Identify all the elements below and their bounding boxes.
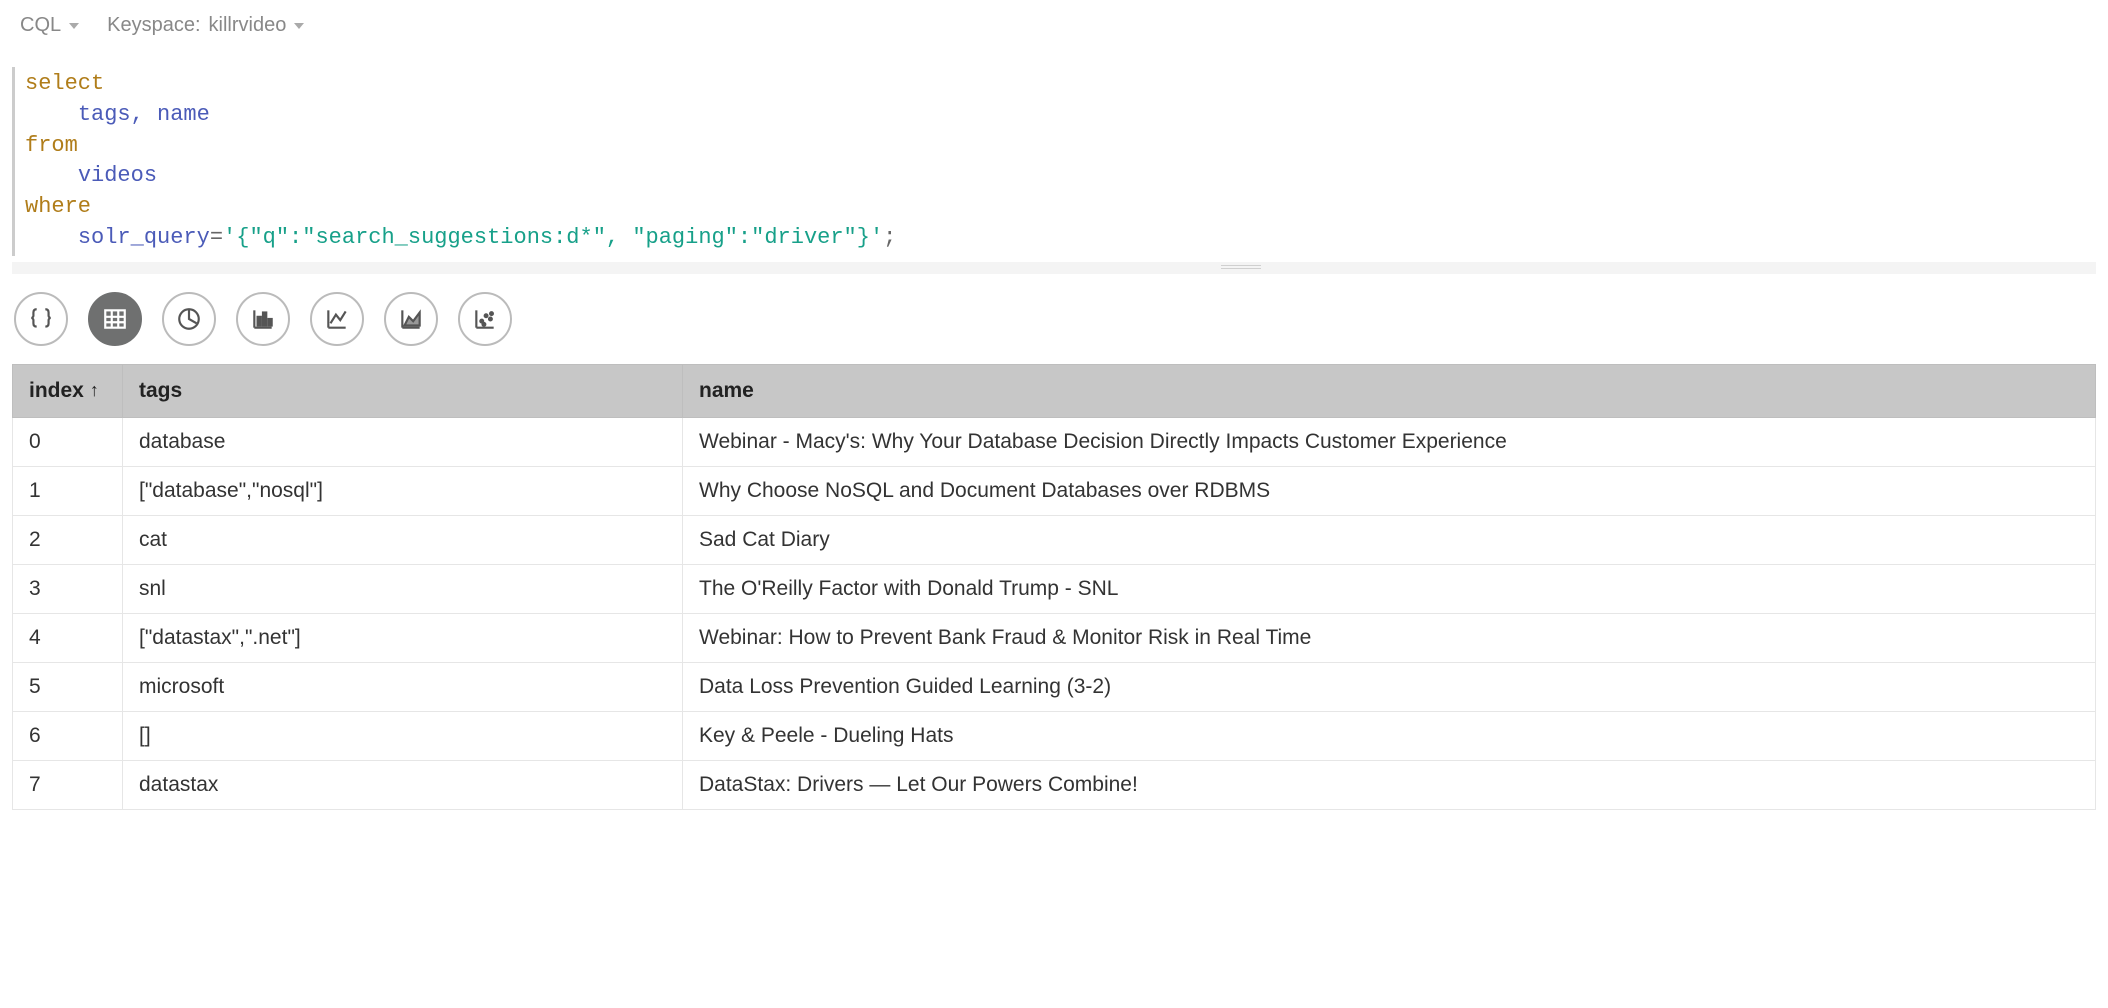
caret-down-icon	[294, 23, 304, 29]
cell-tags: database	[123, 417, 683, 466]
keyspace-selector[interactable]: Keyspace: killrvideo	[107, 14, 304, 37]
pie-icon	[176, 306, 202, 332]
cell-index: 0	[13, 417, 123, 466]
cell-name: Why Choose NoSQL and Document Databases …	[683, 466, 2096, 515]
where-value: '{"q":"search_suggestions:d*", "paging":…	[223, 225, 883, 250]
sort-asc-icon: ↑	[90, 380, 99, 401]
area-icon	[398, 306, 424, 332]
keyword-where: where	[25, 194, 91, 219]
table-row[interactable]: 0databaseWebinar - Macy's: Why Your Data…	[13, 417, 2096, 466]
header-index[interactable]: index↑	[13, 364, 123, 417]
where-field: solr_query	[78, 225, 210, 250]
cell-name: Webinar - Macy's: Why Your Database Deci…	[683, 417, 2096, 466]
cell-index: 6	[13, 711, 123, 760]
cell-index: 1	[13, 466, 123, 515]
cell-index: 5	[13, 662, 123, 711]
cell-tags: []	[123, 711, 683, 760]
json-view-button[interactable]	[14, 292, 68, 346]
area-view-button[interactable]	[384, 292, 438, 346]
cell-index: 4	[13, 613, 123, 662]
cell-tags: cat	[123, 515, 683, 564]
query-editor[interactable]: select tags, name from videos where solr…	[12, 67, 2096, 256]
table-view-button[interactable]	[88, 292, 142, 346]
table-row[interactable]: 6[]Key & Peele - Dueling Hats	[13, 711, 2096, 760]
table-row[interactable]: 1["database","nosql"]Why Choose NoSQL an…	[13, 466, 2096, 515]
pie-view-button[interactable]	[162, 292, 216, 346]
keyword-from: from	[25, 133, 78, 158]
from-table: videos	[78, 163, 157, 188]
braces-icon	[28, 306, 54, 332]
header-name[interactable]: name	[683, 364, 2096, 417]
cell-tags: microsoft	[123, 662, 683, 711]
caret-down-icon	[69, 23, 79, 29]
line-view-button[interactable]	[310, 292, 364, 346]
language-label: CQL	[20, 14, 61, 37]
cell-tags: ["database","nosql"]	[123, 466, 683, 515]
cell-name: Webinar: How to Prevent Bank Fraud & Mon…	[683, 613, 2096, 662]
view-mode-toolbar	[0, 292, 2108, 364]
editor-resize-bar[interactable]	[12, 262, 2096, 274]
table-row[interactable]: 4["datastax",".net"]Webinar: How to Prev…	[13, 613, 2096, 662]
cell-index: 3	[13, 564, 123, 613]
table-row[interactable]: 5microsoftData Loss Prevention Guided Le…	[13, 662, 2096, 711]
grid-icon	[102, 306, 128, 332]
language-selector[interactable]: CQL	[20, 14, 79, 37]
keyspace-value: killrvideo	[209, 14, 287, 37]
cell-tags: ["datastax",".net"]	[123, 613, 683, 662]
keyword-select: select	[25, 71, 104, 96]
bar-view-button[interactable]	[236, 292, 290, 346]
keyspace-prefix: Keyspace:	[107, 14, 200, 37]
cell-tags: snl	[123, 564, 683, 613]
cell-index: 2	[13, 515, 123, 564]
cell-index: 7	[13, 760, 123, 809]
resize-handle-icon	[1221, 265, 1261, 271]
topbar: CQL Keyspace: killrvideo	[0, 0, 2108, 47]
line-icon	[324, 306, 350, 332]
cell-name: DataStax: Drivers — Let Our Powers Combi…	[683, 760, 2096, 809]
cell-name: Data Loss Prevention Guided Learning (3-…	[683, 662, 2096, 711]
select-columns: tags, name	[78, 102, 210, 127]
scatter-view-button[interactable]	[458, 292, 512, 346]
cell-name: The O'Reilly Factor with Donald Trump - …	[683, 564, 2096, 613]
header-tags[interactable]: tags	[123, 364, 683, 417]
results-table: index↑ tags name 0databaseWebinar - Macy…	[12, 364, 2096, 810]
cell-name: Sad Cat Diary	[683, 515, 2096, 564]
cell-tags: datastax	[123, 760, 683, 809]
table-row[interactable]: 3snlThe O'Reilly Factor with Donald Trum…	[13, 564, 2096, 613]
scatter-icon	[472, 306, 498, 332]
table-row[interactable]: 7datastaxDataStax: Drivers — Let Our Pow…	[13, 760, 2096, 809]
table-row[interactable]: 2catSad Cat Diary	[13, 515, 2096, 564]
bar-icon	[250, 306, 276, 332]
cell-name: Key & Peele - Dueling Hats	[683, 711, 2096, 760]
